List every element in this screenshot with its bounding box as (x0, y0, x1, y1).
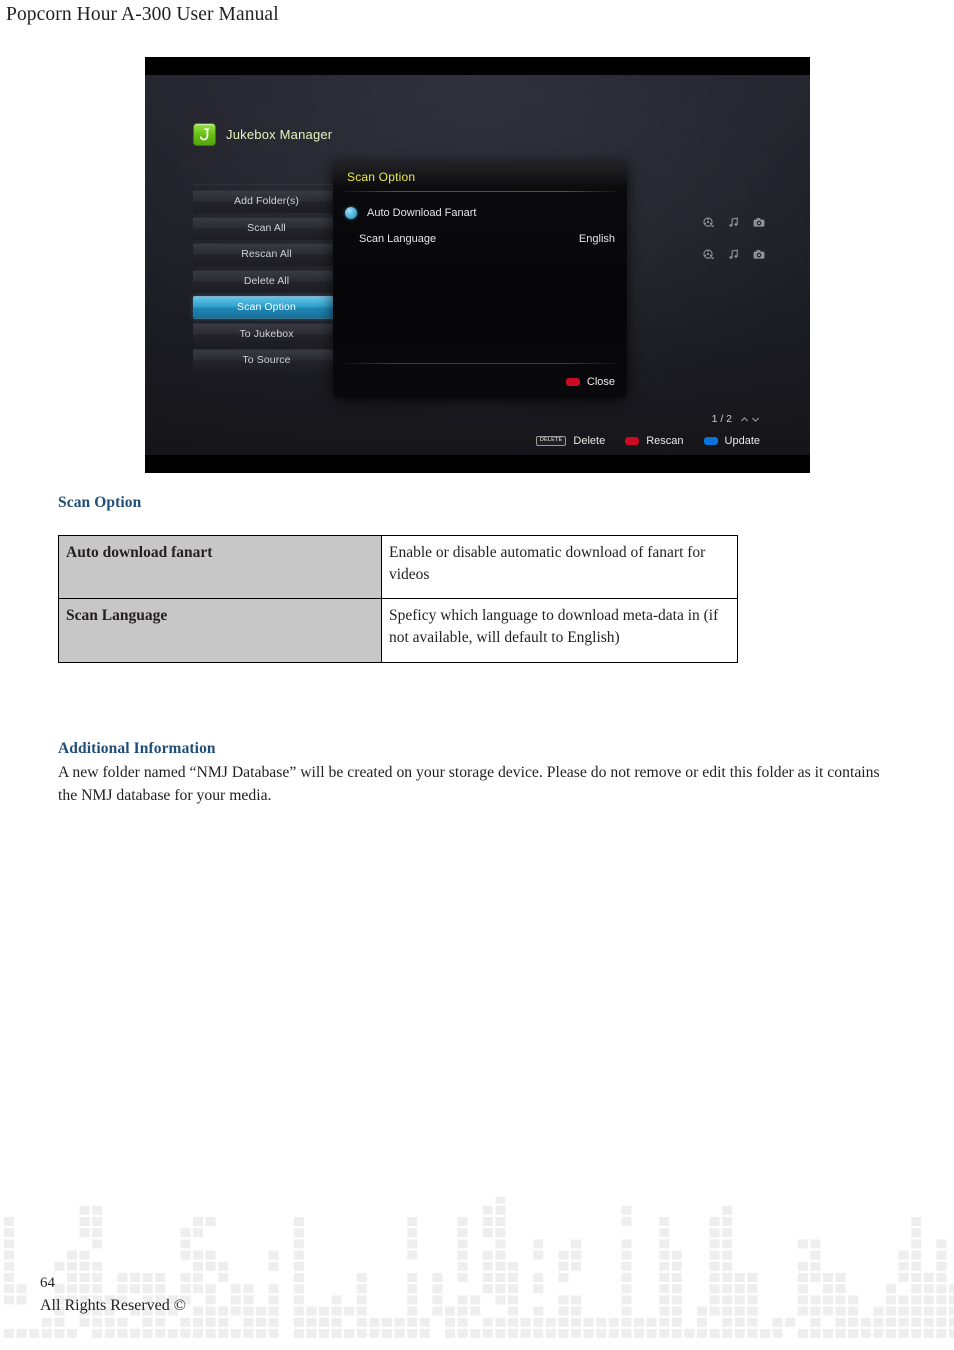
dialog-top-divider (344, 191, 616, 192)
page-indicator-label: 1 / 2 (711, 413, 732, 425)
menu-item-to-jukebox[interactable]: To Jukebox (193, 322, 340, 346)
scan-language-label: Scan Language (359, 233, 437, 245)
dialog-close-label: Close (586, 376, 615, 388)
dialog-close-button[interactable]: Close (565, 376, 615, 388)
table-cell-term: Scan Language (58, 598, 382, 663)
section-heading-additional-information: Additional Information (58, 740, 216, 757)
delete-key-icon: DELETE (535, 436, 567, 446)
auto-download-fanart-row[interactable]: Auto Download Fanart (345, 207, 476, 219)
jukebox-logo-icon (193, 123, 216, 146)
chevron-up-icon (741, 416, 748, 421)
page-indicator: 1 / 2 (712, 413, 760, 425)
table-cell-term: Auto download fanart (58, 534, 382, 600)
jukebox-menu: Add Folder(s) Scan All Rescan All Delete… (193, 184, 340, 376)
scan-language-value: English (578, 233, 615, 245)
pager-chevrons[interactable] (740, 415, 760, 424)
menu-item-to-source[interactable]: To Source (193, 349, 340, 372)
section-heading-scan-option: Scan Option (58, 494, 142, 511)
legend-update[interactable]: Update (703, 435, 760, 447)
additional-information-paragraph: A new folder named “NMJ Database” will b… (58, 764, 880, 804)
camera-icon (753, 247, 765, 265)
red-button-icon (565, 378, 580, 386)
scan-language-row[interactable]: Scan Language English (359, 233, 615, 245)
remote-key-legend: DELETE Delete Rescan Update (535, 435, 760, 447)
legend-delete[interactable]: DELETE Delete (535, 435, 606, 447)
menu-item-scan-all[interactable]: Scan All (193, 216, 340, 240)
page-header-title: Popcorn Hour A-300 User Manual (6, 4, 279, 25)
music-note-icon (728, 215, 739, 233)
film-disc-icon (703, 247, 714, 265)
legend-rescan[interactable]: Rescan (625, 435, 684, 447)
app-brand-title: Jukebox Manager (226, 127, 333, 142)
red-button-icon (625, 437, 640, 445)
table-cell-description: Enable or disable automatic download of … (381, 534, 738, 600)
menu-top-divider (193, 184, 340, 185)
footer-bars-graphic (4, 1197, 954, 1338)
camera-icon (753, 215, 765, 233)
dialog-bottom-divider (344, 363, 616, 364)
menu-item-delete-all[interactable]: Delete All (193, 269, 340, 293)
media-icon-row (703, 247, 765, 265)
legend-rescan-label: Rescan (646, 435, 684, 447)
footer-page-number: 64 (40, 1275, 55, 1291)
scan-option-table: Auto download fanart Enable or disable a… (58, 534, 738, 663)
jukebox-manager-screenshot-figure: Jukebox Manager Add Folder(s) Scan All R… (145, 57, 810, 473)
table-row: Scan Language Speficy which language to … (58, 598, 738, 663)
menu-item-rescan-all[interactable]: Rescan All (193, 243, 340, 266)
blue-button-icon (703, 437, 718, 445)
media-type-icons (703, 215, 765, 279)
app-brand: Jukebox Manager (193, 123, 332, 146)
media-icon-row (703, 215, 765, 233)
radio-checked-icon[interactable] (345, 207, 357, 219)
scan-option-dialog: Scan Option Auto Download Fanart Scan La… (333, 162, 627, 398)
legend-delete-label: Delete (573, 435, 606, 447)
menu-item-scan-option[interactable]: Scan Option (193, 296, 340, 319)
film-disc-icon (703, 215, 714, 233)
auto-download-fanart-label: Auto Download Fanart (367, 207, 477, 219)
table-row: Auto download fanart Enable or disable a… (58, 534, 738, 600)
music-note-icon (728, 247, 739, 265)
dialog-title: Scan Option (347, 170, 416, 184)
footer-rights-text: All Rights Reserved © (40, 1297, 186, 1314)
chevron-down-icon (752, 417, 759, 422)
tv-ui-screen: Jukebox Manager Add Folder(s) Scan All R… (145, 75, 810, 455)
footer-equalizer-decoration (0, 1197, 954, 1342)
legend-update-label: Update (724, 435, 760, 447)
menu-item-add-folders[interactable]: Add Folder(s) (193, 190, 340, 213)
table-cell-description: Speficy which language to download meta-… (381, 598, 738, 663)
